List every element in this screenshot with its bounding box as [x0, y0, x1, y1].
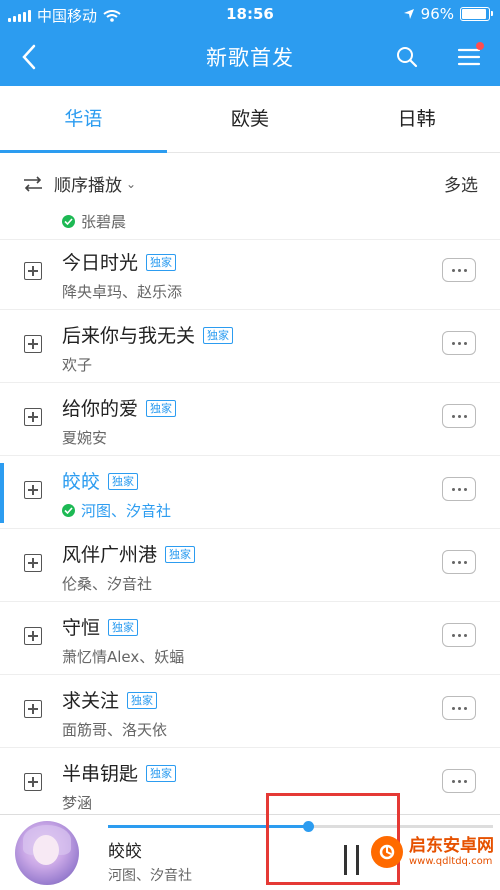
list-item[interactable]: 给你的爱 独家 夏婉安 [0, 382, 500, 456]
list-item[interactable]: 半串钥匙 独家 梦涵 [0, 747, 500, 814]
exclusive-badge: 独家 [165, 546, 196, 563]
more-button[interactable] [442, 696, 476, 720]
song-title: 今日时光 独家 [62, 248, 177, 275]
add-icon[interactable] [24, 700, 42, 718]
watermark-logo-icon [371, 836, 403, 868]
battery-percent: 96% [420, 5, 454, 23]
list-item[interactable]: 后来你与我无关 独家 欢子 [0, 309, 500, 383]
song-title: 守恒 独家 [62, 613, 139, 640]
search-icon [397, 47, 418, 68]
app-header: 中国移动 18:56 96% 新歌首发 [0, 0, 500, 86]
song-title: 求关注 独家 [62, 686, 158, 713]
list-item-playing[interactable]: 皎皎 独家 河图、汐音社 [0, 455, 500, 529]
more-button[interactable] [442, 404, 476, 428]
list-item[interactable]: 求关注 独家 面筋哥、洛天依 [0, 674, 500, 748]
more-button[interactable] [442, 331, 476, 355]
tab-chinese[interactable]: 华语 [0, 86, 167, 153]
add-icon[interactable] [24, 481, 42, 499]
progress-knob[interactable] [303, 821, 315, 832]
multi-select-button[interactable]: 多选 [444, 171, 478, 196]
song-list: 张碧晨 今日时光 独家 降央卓玛、赵乐添 后来你与我无关 独家 欢子 给你的爱 独家 … [0, 212, 500, 814]
exclusive-badge: 独家 [203, 327, 234, 344]
pause-button[interactable] [340, 845, 364, 875]
add-icon[interactable] [24, 335, 42, 353]
watermark: 启东安卓网 www.qdltdq.com [371, 836, 494, 868]
shuffle-order-icon [24, 175, 42, 192]
caret-down-icon: ⌄ [126, 176, 137, 191]
song-title: 后来你与我无关 独家 [62, 321, 234, 348]
song-title: 给你的爱 独家 [62, 394, 177, 421]
now-playing-artist: 河图、汐音社 [108, 868, 192, 884]
more-button[interactable] [442, 258, 476, 282]
add-icon[interactable] [24, 627, 42, 645]
list-item[interactable]: 今日时光 独家 降央卓玛、赵乐添 [0, 236, 500, 310]
now-playing-title: 皎皎 [108, 842, 142, 862]
add-icon[interactable] [24, 262, 42, 280]
play-controls: 顺序播放 ⌄ 多选 [0, 153, 500, 213]
album-cover[interactable] [15, 821, 79, 885]
watermark-title: 启东安卓网 [409, 836, 494, 857]
check-icon [62, 504, 75, 517]
watermark-url: www.qdltdq.com [409, 855, 493, 867]
song-artist: 伦桑、汐音社 [62, 575, 153, 593]
song-artist: 张碧晨 [62, 212, 126, 232]
tab-japan-korea[interactable]: 日韩 [333, 86, 500, 152]
play-order-label: 顺序播放 [54, 176, 122, 196]
song-artist: 欢子 [62, 356, 93, 374]
play-order-button[interactable]: 顺序播放 ⌄ [22, 171, 136, 196]
add-icon[interactable] [24, 408, 42, 426]
exclusive-badge: 独家 [108, 619, 139, 636]
exclusive-badge: 独家 [108, 473, 139, 490]
exclusive-badge: 独家 [146, 254, 177, 271]
page-title: 新歌首发 [206, 46, 294, 70]
song-title: 半串钥匙 独家 [62, 759, 177, 786]
song-artist: 夏婉安 [62, 429, 108, 447]
add-icon[interactable] [24, 773, 42, 791]
add-icon[interactable] [24, 554, 42, 572]
list-item[interactable]: 守恒 独家 萧忆情Alex、妖蝠 [0, 601, 500, 675]
more-button[interactable] [442, 477, 476, 501]
check-icon [62, 215, 75, 228]
song-title: 皎皎 独家 [62, 467, 139, 494]
battery-icon [460, 7, 493, 21]
song-artist: 面筋哥、洛天依 [62, 721, 168, 739]
region-tabs: 华语 欧美 日韩 [0, 86, 500, 153]
song-artist: 降央卓玛、赵乐添 [62, 283, 183, 301]
song-artist: 河图、汐音社 [62, 500, 171, 521]
location-icon [403, 9, 414, 19]
song-artist: 萧忆情Alex、妖蝠 [62, 648, 185, 666]
status-bar: 中国移动 18:56 96% [0, 0, 500, 28]
playback-progress[interactable] [108, 821, 493, 832]
progress-fill [108, 825, 309, 828]
search-button[interactable] [390, 40, 424, 74]
menu-icon [457, 48, 481, 66]
list-item[interactable]: 风伴广州港 独家 伦桑、汐音社 [0, 528, 500, 602]
more-button[interactable] [442, 550, 476, 574]
nav-bar: 新歌首发 [0, 28, 500, 86]
more-button[interactable] [442, 623, 476, 647]
playing-indicator [0, 463, 4, 523]
song-title: 风伴广州港 独家 [62, 540, 196, 567]
more-button[interactable] [442, 769, 476, 793]
tab-western[interactable]: 欧美 [167, 86, 334, 152]
exclusive-badge: 独家 [146, 765, 177, 782]
notification-dot [476, 42, 484, 50]
menu-button[interactable] [452, 40, 486, 74]
song-artist: 梦涵 [62, 794, 93, 812]
exclusive-badge: 独家 [146, 400, 177, 417]
exclusive-badge: 独家 [127, 692, 158, 709]
